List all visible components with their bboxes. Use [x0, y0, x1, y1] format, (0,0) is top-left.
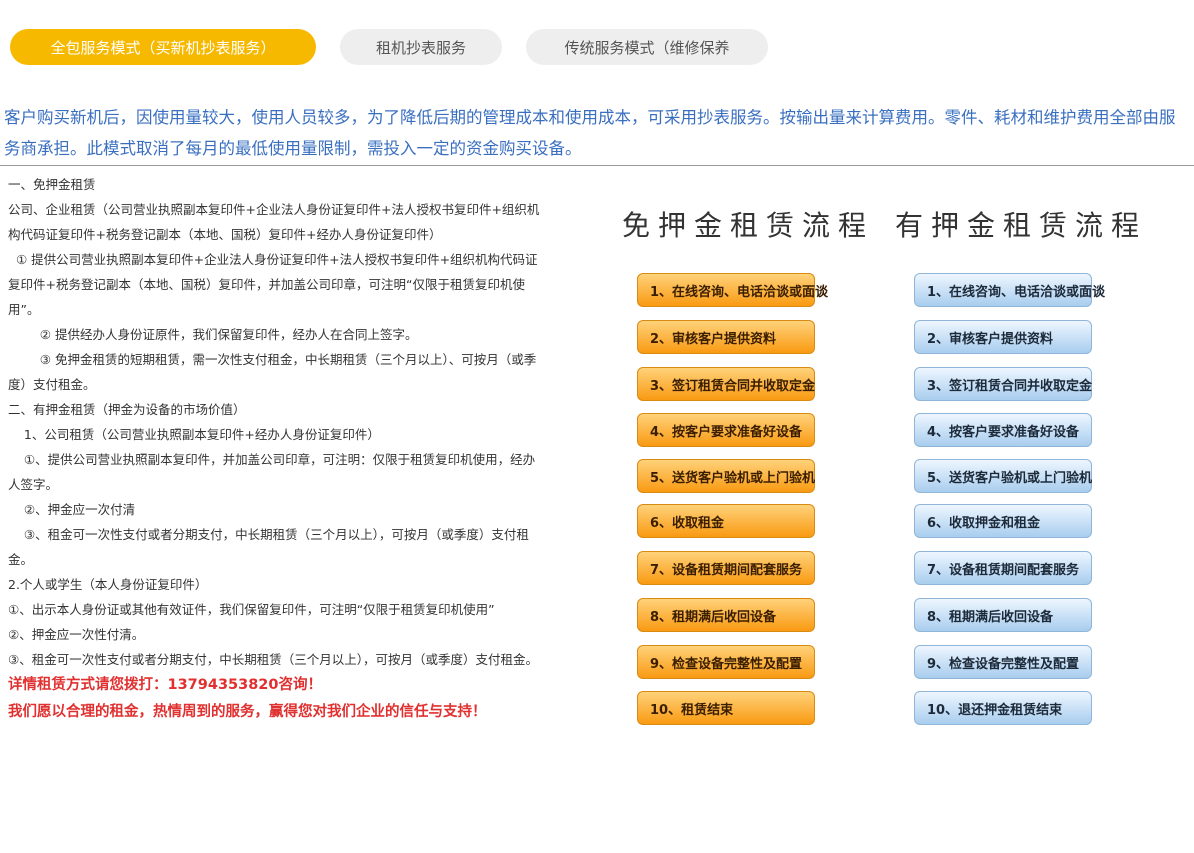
flow-step: 4、按客户要求准备好设备 — [914, 413, 1092, 447]
detail-line: ① 提供公司营业执照副本复印件+企业法人身份证复印件+法人授权书复印件+组织机构… — [8, 252, 538, 317]
flow-deposit-title: 有押金租赁流程 — [895, 209, 1148, 242]
contact-phone: 详情租赁方式请您拨打：13794353820咨询！ — [8, 677, 322, 693]
flow-step: 5、送货客户验机或上门验机 — [637, 459, 815, 493]
flow-step: 9、检查设备完整性及配置 — [914, 645, 1092, 679]
flow-step: 7、设备租赁期间配套服务 — [914, 551, 1092, 585]
service-description: 客户购买新机后，因使用量较大，使用人员较多，为了降低后期的管理成本和使用成本，可… — [4, 108, 1176, 158]
detail-line: ③、租金可一次性支付或者分期支付，中长期租赁（三个月以上），可按月（或季度）支付… — [8, 527, 529, 567]
flow-step: 8、租期满后收回设备 — [637, 598, 815, 632]
detail-line: 一、免押金租赁 — [8, 177, 96, 192]
flow-step: 3、签订租赁合同并收取定金 — [637, 367, 815, 401]
tab-traditional-service[interactable]: 传统服务模式（维修保养 — [526, 29, 768, 65]
detail-line: ①、出示本人身份证或其他有效证件，我们保留复印件，可注明“仅限于租赁复印机使用” — [8, 602, 495, 617]
tab-full-service[interactable]: 全包服务模式（买新机抄表服务） — [10, 29, 316, 65]
detail-line: 1、公司租赁（公司营业执照副本复印件+经办人身份证复印件） — [8, 427, 380, 442]
rental-details: 一、免押金租赁 公司、企业租赁（公司营业执照副本复印件+企业法人身份证复印件+法… — [8, 172, 543, 726]
service-mode-tabs: 全包服务模式（买新机抄表服务） 租机抄表服务 传统服务模式（维修保养 — [10, 29, 768, 65]
flow-step: 5、送货客户验机或上门验机 — [914, 459, 1092, 493]
detail-line: ②、押金应一次性付清。 — [8, 627, 145, 642]
flow-step: 10、租赁结束 — [637, 691, 815, 725]
detail-line: ③ 免押金租赁的短期租赁，需一次性支付租金，中长期租赁（三个月以上）、可按月（或… — [8, 352, 537, 392]
flow-step: 4、按客户要求准备好设备 — [637, 413, 815, 447]
flow-step: 7、设备租赁期间配套服务 — [637, 551, 815, 585]
flow-step: 9、检查设备完整性及配置 — [637, 645, 815, 679]
tab-rental-meter-service[interactable]: 租机抄表服务 — [340, 29, 502, 65]
detail-line: 二、有押金租赁（押金为设备的市场价值） — [8, 402, 246, 417]
divider — [0, 165, 1194, 166]
detail-line: ② 提供经办人身份证原件，我们保留复印件，经办人在合同上签字。 — [8, 327, 418, 342]
detail-line: 公司、企业租赁（公司营业执照副本复印件+企业法人身份证复印件+法人授权书复印件+… — [8, 202, 540, 242]
contact-slogan: 我们愿以合理的租金，热情周到的服务，赢得您对我们企业的信任与支持！ — [8, 704, 487, 720]
detail-line: ②、押金应一次付清 — [8, 502, 136, 517]
detail-line: ③、租金可一次性支付或者分期支付，中长期租赁（三个月以上），可按月（或季度）支付… — [8, 652, 538, 667]
detail-line: ①、提供公司营业执照副本复印件，并加盖公司印章，可注明：仅限于租赁复印机使用，经… — [8, 452, 536, 492]
flow-step: 8、租期满后收回设备 — [914, 598, 1092, 632]
flow-step: 10、退还押金租赁结束 — [914, 691, 1092, 725]
flow-step: 2、审核客户提供资料 — [914, 320, 1092, 354]
flow-step: 6、收取租金 — [637, 504, 815, 538]
detail-line: 2.个人或学生（本人身份证复印件） — [8, 577, 208, 592]
flow-step: 3、签订租赁合同并收取定金 — [914, 367, 1092, 401]
flow-no-deposit-title: 免押金租赁流程 — [622, 209, 875, 242]
flow-step: 1、在线咨询、电话洽谈或面谈 — [914, 273, 1105, 307]
flow-step: 2、审核客户提供资料 — [637, 320, 815, 354]
flow-step: 1、在线咨询、电话洽谈或面谈 — [637, 273, 828, 307]
flow-step: 6、收取押金和租金 — [914, 504, 1092, 538]
